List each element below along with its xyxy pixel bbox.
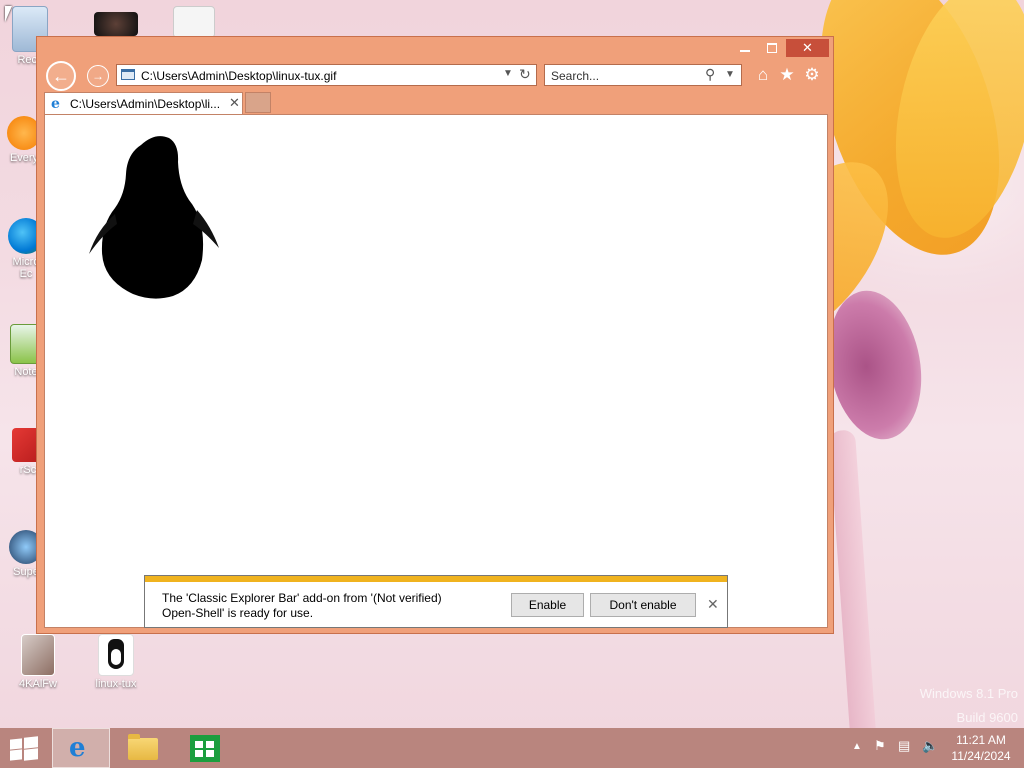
maximize-button[interactable] — [759, 39, 785, 57]
search-box[interactable]: Search... ⚲ ▼ — [544, 64, 742, 86]
build-watermark: Build 9600 — [956, 710, 1018, 725]
linux-tux-image — [89, 136, 219, 299]
tux-icon — [98, 634, 134, 676]
internet-explorer-icon: e — [69, 733, 86, 763]
file-explorer-icon — [128, 734, 158, 760]
action-center-flag-icon[interactable]: ⚑ — [874, 738, 886, 754]
addon-notification-bar: The 'Classic Explorer Bar' add-on from '… — [144, 575, 728, 628]
page-icon — [121, 69, 135, 80]
notification-line-2: Open-Shell' is ready for use. — [162, 606, 314, 620]
address-dropdown-icon[interactable]: ▼ — [503, 68, 513, 79]
taskbar: e ▲ ⚑ ▤ 🔈 11:21 AM 11/24/2024 — [0, 728, 1024, 768]
tab-linux-tux[interactable]: e C:\Users\Admin\Desktop\li... ✕ — [44, 92, 243, 114]
favorites-star-icon[interactable]: ★ — [777, 65, 797, 85]
4kalfw-icon — [21, 634, 55, 676]
forward-arrow-icon: → — [92, 69, 104, 83]
page-content — [44, 114, 828, 628]
back-button[interactable]: ← — [46, 61, 76, 91]
notification-line-1: The 'Classic Explorer Bar' add-on from '… — [162, 591, 442, 605]
network-icon[interactable]: ▤ — [898, 738, 910, 754]
search-icon[interactable]: ⚲ — [705, 66, 715, 83]
desktop-icon-4kalfw[interactable]: 4KAlFw — [0, 634, 76, 690]
volume-muted-icon[interactable]: 🔈 — [922, 738, 938, 754]
address-bar[interactable]: C:\Users\Admin\Desktop\linux-tux.gif ▼ ↻ — [116, 64, 537, 86]
new-tab-button[interactable] — [245, 92, 271, 113]
gear-icon[interactable]: ⚙ — [802, 65, 822, 85]
tab-close-icon[interactable]: ✕ — [229, 95, 240, 111]
store-icon — [190, 735, 220, 762]
tab-title: C:\Users\Admin\Desktop\li... — [70, 97, 221, 111]
forward-button[interactable]: → — [87, 65, 109, 87]
home-icon[interactable]: ⌂ — [753, 65, 773, 85]
enable-button[interactable]: Enable — [511, 593, 584, 617]
dont-enable-button[interactable]: Don't enable — [590, 593, 696, 617]
notification-accent-stripe — [145, 576, 727, 582]
close-button[interactable]: ✕ — [786, 39, 829, 57]
image-file-icon — [94, 12, 138, 36]
show-hidden-icons-chevron-icon[interactable]: ▲ — [852, 741, 862, 752]
tux-body — [101, 136, 204, 299]
mouse-cursor-icon — [5, 6, 12, 22]
ie-tab-icon: e — [51, 96, 60, 112]
clock-date: 11/24/2024 — [951, 749, 1011, 763]
taskbar-internet-explorer[interactable]: e — [52, 728, 110, 768]
search-placeholder: Search... — [551, 69, 600, 83]
drawing-file-icon — [173, 6, 215, 38]
taskbar-store[interactable] — [176, 728, 234, 768]
address-text[interactable]: C:\Users\Admin\Desktop\linux-tux.gif — [141, 69, 336, 83]
search-dropdown-icon[interactable]: ▼ — [725, 69, 735, 80]
start-button[interactable] — [10, 736, 38, 761]
notification-close-icon[interactable]: ✕ — [707, 596, 719, 613]
system-clock[interactable]: 11:21 AM 11/24/2024 — [948, 732, 1014, 764]
notification-message: The 'Classic Explorer Bar' add-on from '… — [162, 591, 482, 621]
internet-explorer-window: ✕ ← → C:\Users\Admin\Desktop\linux-tux.g… — [36, 36, 834, 634]
wallpaper-stem — [828, 429, 878, 728]
refresh-icon[interactable]: ↻ — [519, 66, 531, 83]
windows-watermark: Windows 8.1 Pro — [919, 686, 1018, 701]
clock-time: 11:21 AM — [956, 733, 1006, 747]
back-arrow-icon: ← — [52, 66, 70, 86]
desktop-icon-linux-tux[interactable]: linux-tux — [78, 634, 154, 690]
desktop-icon-image[interactable] — [78, 12, 154, 38]
desktop-icon-drawing[interactable] — [156, 6, 232, 40]
taskbar-file-explorer[interactable] — [114, 728, 172, 768]
minimize-button[interactable] — [732, 39, 758, 57]
